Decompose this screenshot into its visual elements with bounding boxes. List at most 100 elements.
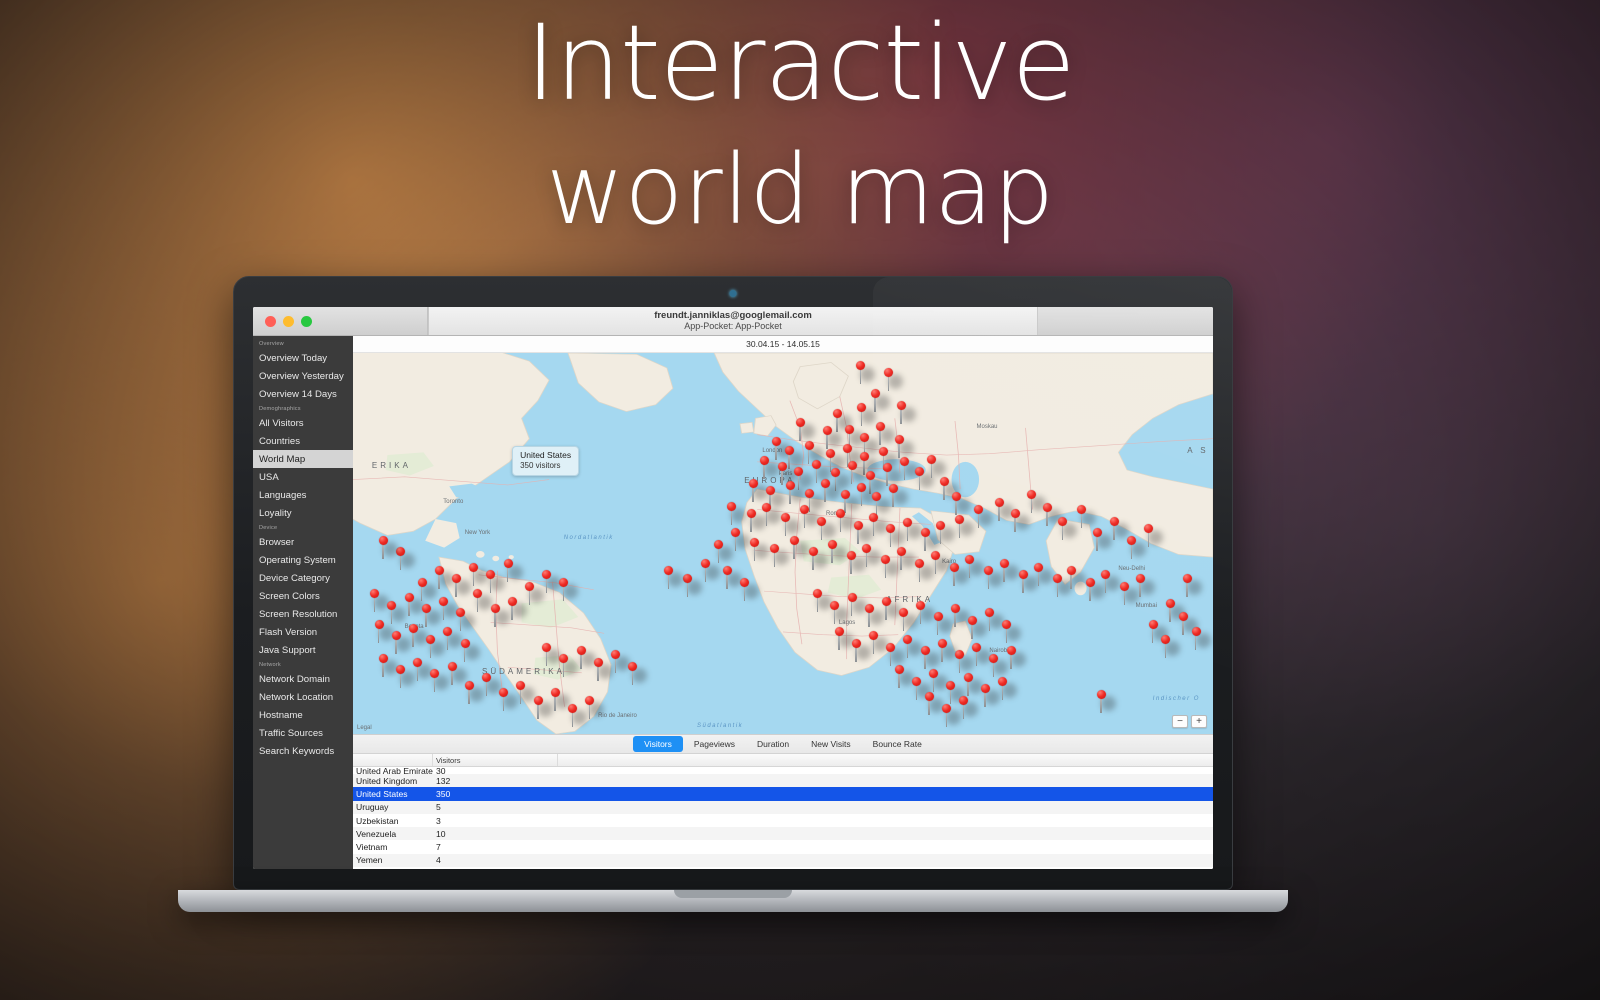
map-pin[interactable] xyxy=(895,435,904,444)
sidebar-item-search-keywords[interactable]: Search Keywords xyxy=(253,742,353,760)
map-pin[interactable] xyxy=(1110,517,1119,526)
map-pin[interactable] xyxy=(461,639,470,648)
map-pin[interactable] xyxy=(448,662,457,671)
map-pin[interactable] xyxy=(422,604,431,613)
map-pin[interactable] xyxy=(413,658,422,667)
map-pin[interactable] xyxy=(927,455,936,464)
zoom-out-button[interactable]: − xyxy=(1172,715,1188,728)
map-pin[interactable] xyxy=(833,409,842,418)
map-pin[interactable] xyxy=(936,521,945,530)
sidebar-item-browser[interactable]: Browser xyxy=(253,533,353,551)
map-pin[interactable] xyxy=(1007,646,1016,655)
map-pin[interactable] xyxy=(794,467,803,476)
tab-visitors[interactable]: Visitors xyxy=(633,736,683,752)
map-pin[interactable] xyxy=(860,433,869,442)
map-pin[interactable] xyxy=(370,589,379,598)
table-header-visitors[interactable]: Visitors xyxy=(433,754,558,766)
map-pin[interactable] xyxy=(762,503,771,512)
map-pin[interactable] xyxy=(854,521,863,530)
map-pin[interactable] xyxy=(785,446,794,455)
map-pin[interactable] xyxy=(1097,690,1106,699)
map-pin[interactable] xyxy=(931,551,940,560)
map-pin[interactable] xyxy=(852,639,861,648)
map-pin[interactable] xyxy=(1000,559,1009,568)
sidebar-item-all-visitors[interactable]: All Visitors xyxy=(253,414,353,432)
map-pin[interactable] xyxy=(951,604,960,613)
map-pin[interactable] xyxy=(940,477,949,486)
map-pin[interactable] xyxy=(959,696,968,705)
map-pin[interactable] xyxy=(929,669,938,678)
map-pin[interactable] xyxy=(968,616,977,625)
map-pin[interactable] xyxy=(862,544,871,553)
map-pin[interactable] xyxy=(1086,578,1095,587)
tab-bounce-rate[interactable]: Bounce Rate xyxy=(862,736,933,752)
map-pin[interactable] xyxy=(418,578,427,587)
map-pin[interactable] xyxy=(865,604,874,613)
map-pin[interactable] xyxy=(760,456,769,465)
map-pin[interactable] xyxy=(813,589,822,598)
map-pin[interactable] xyxy=(1127,536,1136,545)
map-pin[interactable] xyxy=(882,597,891,606)
map-pin[interactable] xyxy=(392,631,401,640)
map-pin[interactable] xyxy=(559,578,568,587)
map-pin[interactable] xyxy=(375,620,384,629)
map-pin[interactable] xyxy=(396,665,405,674)
map-pin[interactable] xyxy=(915,559,924,568)
map-pin[interactable] xyxy=(1043,503,1052,512)
map-pin[interactable] xyxy=(1002,620,1011,629)
map-pin[interactable] xyxy=(869,631,878,640)
map-pin[interactable] xyxy=(664,566,673,575)
map-pin[interactable] xyxy=(439,597,448,606)
map-pin[interactable] xyxy=(379,654,388,663)
tab-pageviews[interactable]: Pageviews xyxy=(683,736,746,752)
table-row[interactable]: United States350 xyxy=(353,787,1213,800)
map-pin[interactable] xyxy=(778,462,787,471)
map-pin[interactable] xyxy=(952,492,961,501)
map-pin[interactable] xyxy=(972,643,981,652)
sidebar-item-usa[interactable]: USA xyxy=(253,468,353,486)
map-pin[interactable] xyxy=(899,608,908,617)
map-pin[interactable] xyxy=(1077,505,1086,514)
sidebar-item-overview-today[interactable]: Overview Today xyxy=(253,349,353,367)
map-pin[interactable] xyxy=(886,643,895,652)
map-pin[interactable] xyxy=(1179,612,1188,621)
zoom-icon[interactable] xyxy=(301,316,312,327)
map-pin[interactable] xyxy=(486,570,495,579)
world-map[interactable]: ERIKA EUROPA AFRIKA SÜDAMERIKA A S I Tor… xyxy=(353,353,1213,734)
map-pin[interactable] xyxy=(942,704,951,713)
map-pin[interactable] xyxy=(921,528,930,537)
map-pin[interactable] xyxy=(426,635,435,644)
map-pin[interactable] xyxy=(984,566,993,575)
map-pin[interactable] xyxy=(856,361,865,370)
map-pin[interactable] xyxy=(1093,528,1102,537)
map-pin[interactable] xyxy=(955,515,964,524)
map-pin[interactable] xyxy=(843,444,852,453)
map-pin[interactable] xyxy=(1034,563,1043,572)
table-row[interactable]: Uruguay5 xyxy=(353,801,1213,814)
map-pin[interactable] xyxy=(964,673,973,682)
map-pin[interactable] xyxy=(1120,582,1129,591)
map-pin[interactable] xyxy=(946,681,955,690)
map-pin[interactable] xyxy=(995,498,1004,507)
map-pin[interactable] xyxy=(1166,599,1175,608)
sidebar-item-overview-14-days[interactable]: Overview 14 Days xyxy=(253,385,353,403)
map-pin[interactable] xyxy=(925,692,934,701)
map-pin[interactable] xyxy=(974,505,983,514)
map-pin[interactable] xyxy=(817,517,826,526)
map-pin[interactable] xyxy=(897,401,906,410)
map-pin[interactable] xyxy=(805,489,814,498)
map-pin[interactable] xyxy=(831,468,840,477)
map-pin[interactable] xyxy=(889,484,898,493)
map-pin[interactable] xyxy=(812,460,821,469)
map-pin[interactable] xyxy=(551,688,560,697)
map-pin[interactable] xyxy=(830,601,839,610)
map-pin[interactable] xyxy=(542,570,551,579)
map-pin[interactable] xyxy=(950,563,959,572)
map-pin[interactable] xyxy=(435,566,444,575)
map-pin[interactable] xyxy=(409,624,418,633)
map-pin[interactable] xyxy=(525,582,534,591)
map-pin[interactable] xyxy=(934,612,943,621)
map-pin[interactable] xyxy=(1027,490,1036,499)
map-pin[interactable] xyxy=(465,681,474,690)
map-pin[interactable] xyxy=(766,486,775,495)
